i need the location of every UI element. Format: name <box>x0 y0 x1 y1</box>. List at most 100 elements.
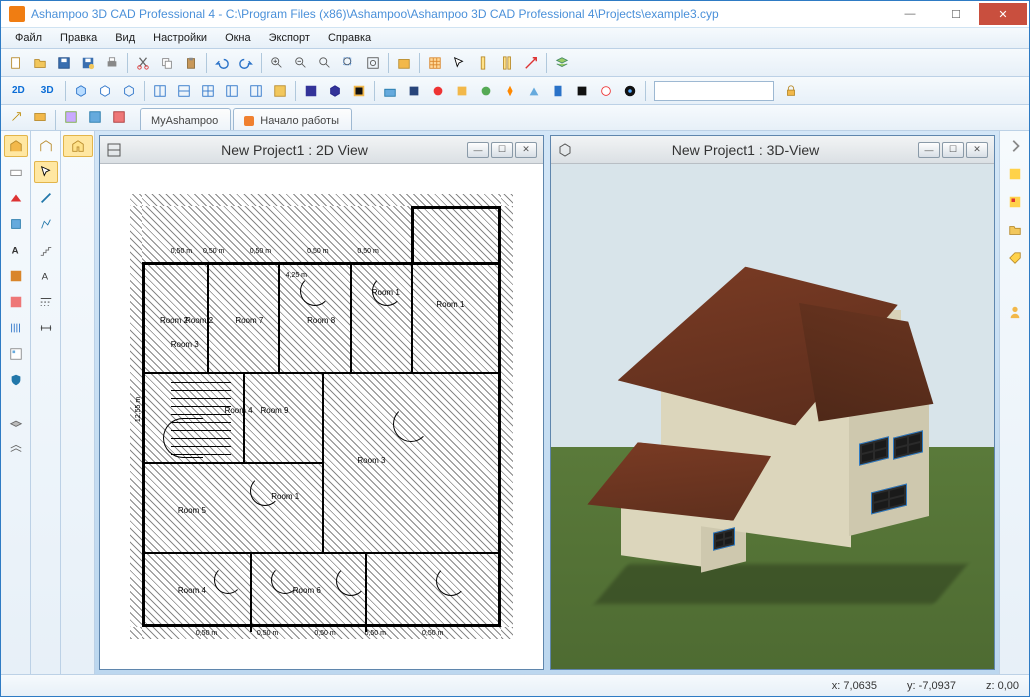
gallery-tool-icon[interactable] <box>4 343 28 365</box>
zoomin-icon[interactable] <box>266 52 288 74</box>
tab-tool4-icon[interactable] <box>84 106 106 128</box>
mode-3d-button[interactable]: 3D <box>34 80 61 102</box>
tag-icon[interactable] <box>1003 247 1027 269</box>
expand-icon[interactable] <box>1003 135 1027 157</box>
line-tool-icon[interactable] <box>34 187 58 209</box>
stairs-tool-icon[interactable] <box>34 239 58 261</box>
bars-tool-icon[interactable] <box>4 317 28 339</box>
obj1-icon[interactable] <box>379 80 401 102</box>
undo-icon[interactable] <box>211 52 233 74</box>
render-mode-dropdown[interactable] <box>654 81 774 101</box>
menu-edit[interactable]: Правка <box>52 30 105 46</box>
ruler2-icon[interactable] <box>496 52 518 74</box>
tab-myashampoo[interactable]: MyAshampoo <box>140 108 231 130</box>
palette1-icon[interactable] <box>1003 163 1027 185</box>
panel-close-button[interactable]: ✕ <box>966 142 988 158</box>
roof-tool-icon[interactable] <box>4 187 28 209</box>
saveas-icon[interactable] <box>77 52 99 74</box>
mode-2d-button[interactable]: 2D <box>5 80 32 102</box>
obj8-icon[interactable] <box>547 80 569 102</box>
zoomregion-icon[interactable] <box>338 52 360 74</box>
cursor-icon[interactable] <box>448 52 470 74</box>
save-icon[interactable] <box>53 52 75 74</box>
close-button[interactable]: ✕ <box>979 3 1027 25</box>
folder-icon[interactable] <box>1003 219 1027 241</box>
level-tool-icon[interactable] <box>4 437 28 459</box>
grid-icon[interactable] <box>424 52 446 74</box>
obj3-icon[interactable] <box>427 80 449 102</box>
tab-tool3-icon[interactable] <box>60 106 82 128</box>
cube3-icon[interactable] <box>118 80 140 102</box>
tab-getstarted[interactable]: Начало работы <box>233 108 352 130</box>
menu-file[interactable]: Файл <box>7 30 50 46</box>
panel-close-button[interactable]: ✕ <box>515 142 537 158</box>
panel-max-button[interactable]: ☐ <box>491 142 513 158</box>
obj11-icon[interactable] <box>619 80 641 102</box>
home-tool-icon[interactable] <box>63 135 93 157</box>
text-tool-icon[interactable]: A <box>4 239 28 261</box>
split4-icon[interactable] <box>221 80 243 102</box>
panel-min-button[interactable]: — <box>918 142 940 158</box>
obj10-icon[interactable] <box>595 80 617 102</box>
floor-tool-icon[interactable] <box>4 411 28 433</box>
palette2-icon[interactable] <box>1003 191 1027 213</box>
linetype-tool-icon[interactable] <box>34 291 58 313</box>
ruler1-icon[interactable] <box>472 52 494 74</box>
store-icon[interactable] <box>393 52 415 74</box>
obj4-icon[interactable] <box>451 80 473 102</box>
print-icon[interactable] <box>101 52 123 74</box>
split1-icon[interactable] <box>149 80 171 102</box>
maximize-button[interactable]: ☐ <box>933 3 979 25</box>
menu-export[interactable]: Экспорт <box>261 30 318 46</box>
layer-icon[interactable] <box>551 52 573 74</box>
material-tool-icon[interactable] <box>4 291 28 313</box>
obj6-icon[interactable] <box>499 80 521 102</box>
panel-min-button[interactable]: — <box>467 142 489 158</box>
dimension-tool-icon[interactable] <box>34 317 58 339</box>
cube2-icon[interactable] <box>94 80 116 102</box>
copy-icon[interactable] <box>156 52 178 74</box>
tab-tool1-icon[interactable] <box>5 106 27 128</box>
window-tool-icon[interactable] <box>4 213 28 235</box>
lock-icon[interactable] <box>780 80 802 102</box>
obj9-icon[interactable] <box>571 80 593 102</box>
render2-icon[interactable] <box>324 80 346 102</box>
obj2-icon[interactable] <box>403 80 425 102</box>
tab-tool5-icon[interactable] <box>108 106 130 128</box>
shield-tool-icon[interactable] <box>4 369 28 391</box>
render3-icon[interactable] <box>348 80 370 102</box>
split2-icon[interactable] <box>173 80 195 102</box>
building-tool-icon[interactable] <box>4 135 28 157</box>
open-icon[interactable] <box>29 52 51 74</box>
split3-icon[interactable] <box>197 80 219 102</box>
zoomout-icon[interactable] <box>290 52 312 74</box>
minimize-button[interactable]: — <box>887 3 933 25</box>
obj5-icon[interactable] <box>475 80 497 102</box>
menu-help[interactable]: Справка <box>320 30 379 46</box>
menu-settings[interactable]: Настройки <box>145 30 215 46</box>
arrow-tool-icon[interactable] <box>520 52 542 74</box>
obj7-icon[interactable] <box>523 80 545 102</box>
panel-max-button[interactable]: ☐ <box>942 142 964 158</box>
poly-tool-icon[interactable] <box>34 213 58 235</box>
zoomfit-icon[interactable] <box>314 52 336 74</box>
menu-view[interactable]: Вид <box>107 30 143 46</box>
text2-tool-icon[interactable]: A <box>34 265 58 287</box>
person-icon[interactable] <box>1003 301 1027 323</box>
paste-icon[interactable] <box>180 52 202 74</box>
zoomall-icon[interactable] <box>362 52 384 74</box>
redo-icon[interactable] <box>235 52 257 74</box>
cut-icon[interactable] <box>132 52 154 74</box>
render1-icon[interactable] <box>300 80 322 102</box>
viewport-3d[interactable] <box>551 164 994 669</box>
select-tool-icon[interactable] <box>34 161 58 183</box>
split5-icon[interactable] <box>245 80 267 102</box>
hatch-tool-icon[interactable] <box>4 265 28 287</box>
wall-tool-icon[interactable] <box>4 161 28 183</box>
building2-icon[interactable] <box>34 135 58 157</box>
tab-tool2-icon[interactable] <box>29 106 51 128</box>
cube1-icon[interactable] <box>70 80 92 102</box>
menu-windows[interactable]: Окна <box>217 30 259 46</box>
new-icon[interactable] <box>5 52 27 74</box>
split6-icon[interactable] <box>269 80 291 102</box>
